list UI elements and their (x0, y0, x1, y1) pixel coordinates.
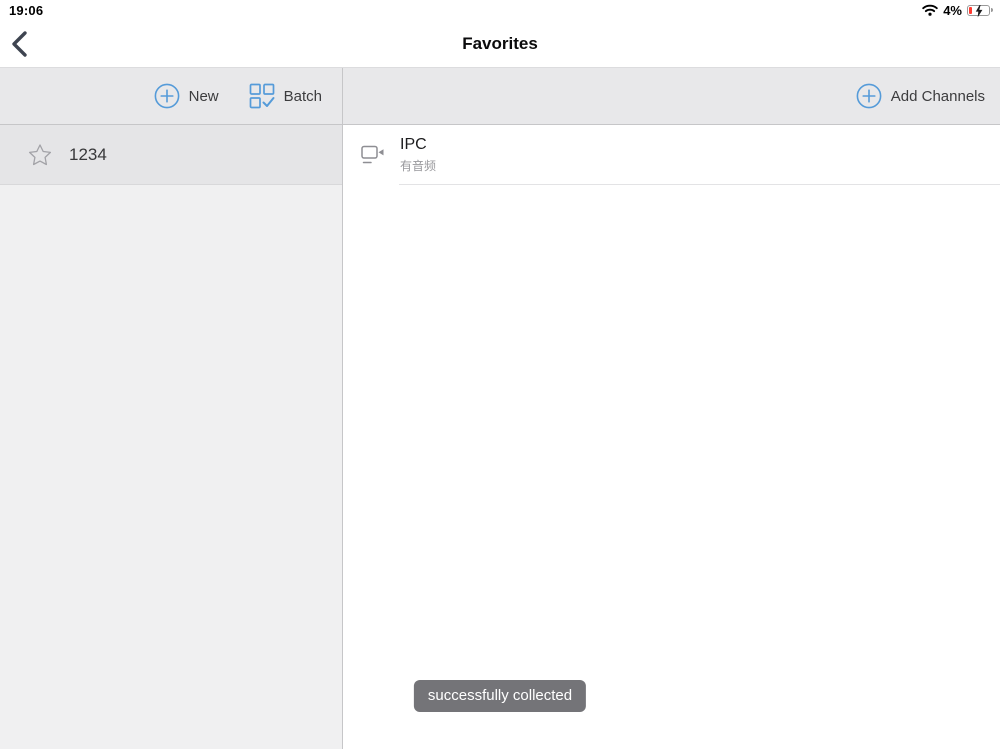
plus-circle-icon (856, 83, 882, 109)
star-icon (26, 141, 54, 169)
favorite-group-row[interactable]: 1234 (0, 125, 342, 185)
back-button[interactable] (10, 27, 40, 61)
channel-row[interactable]: IPC 有音频 (343, 125, 1000, 185)
channel-list: IPC 有音频 (343, 125, 1000, 749)
batch-button-label: Batch (283, 87, 322, 105)
toast-message: successfully collected (413, 680, 587, 712)
add-channels-button[interactable]: Add Channels (856, 83, 985, 109)
main-area: 1234 IPC 有音频 (0, 125, 1000, 749)
add-channels-button-label: Add Channels (890, 87, 985, 105)
toolbar-left-section: New Batch (0, 68, 343, 124)
page-title: Favorites (462, 34, 538, 53)
new-button-label: New (188, 87, 219, 105)
chevron-left-icon (10, 30, 28, 58)
nav-bar: Favorites (0, 20, 1000, 68)
battery-nub (991, 8, 993, 12)
battery-percent-label: 4% (943, 2, 962, 18)
favorite-group-label: 1234 (69, 144, 107, 164)
status-time: 19:06 (9, 2, 44, 18)
channel-subtitle: 有音频 (400, 159, 437, 173)
channel-text: IPC 有音频 (400, 136, 436, 174)
toolbar: New Batch Add Channels (0, 68, 1000, 125)
channel-title: IPC (400, 136, 427, 153)
toolbar-right-section: Add Channels (343, 68, 1000, 124)
status-bar: 19:06 4% (0, 0, 1000, 20)
battery-charging-bolt-icon (968, 4, 989, 18)
status-icons: 4% (922, 3, 993, 18)
plus-circle-icon (154, 83, 180, 109)
batch-button[interactable]: Batch (249, 83, 322, 109)
row-divider (399, 184, 1000, 185)
wifi-icon (922, 4, 938, 16)
new-button[interactable]: New (154, 83, 219, 109)
video-camera-icon (360, 144, 387, 166)
battery-icon (967, 4, 993, 18)
batch-select-icon (249, 83, 275, 109)
favorites-group-list: 1234 (0, 125, 343, 749)
